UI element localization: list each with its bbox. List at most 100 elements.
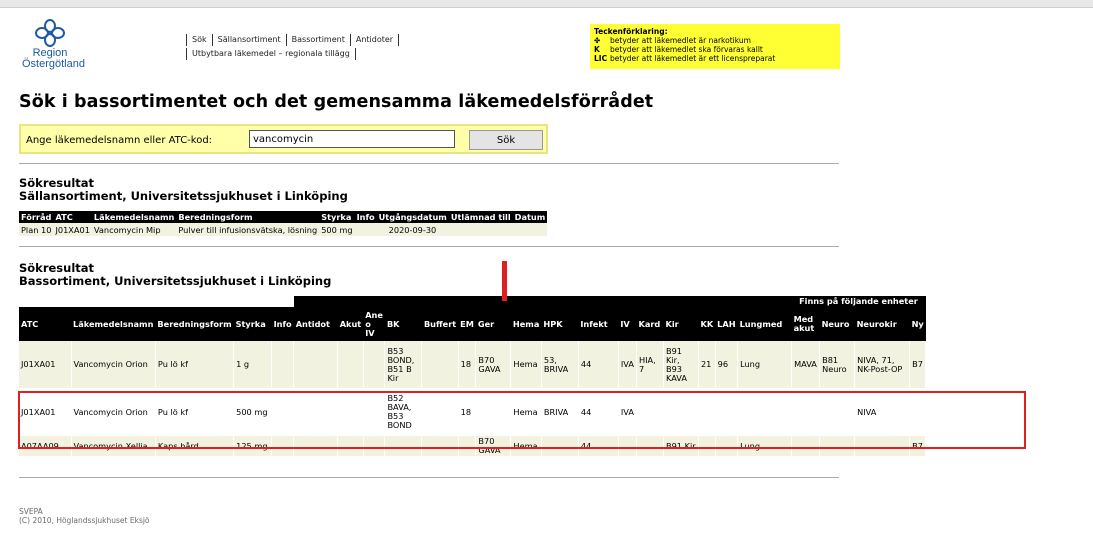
nav-link-bassortiment[interactable]: Bassortiment xyxy=(292,35,345,44)
table-cell: Hema xyxy=(510,341,542,388)
table-cell: Plan 10 xyxy=(19,223,54,236)
column-header: Ane o IV xyxy=(363,307,385,341)
table-cell: HIA, 7 xyxy=(636,341,664,388)
column-header: Utgångsdatum xyxy=(376,211,449,223)
logo-text-line2: Östergötland xyxy=(22,58,85,70)
footer: SVEPA (C) 2010, Höglandssjukhuset Eksjö xyxy=(19,507,150,525)
table-cell: Pu lö kf xyxy=(155,341,235,388)
table-cell xyxy=(698,436,716,456)
column-header: Antidot xyxy=(293,307,338,341)
table-cell xyxy=(698,388,716,436)
column-header: Utlämnad till xyxy=(448,211,513,223)
nav-separator xyxy=(186,47,187,60)
table-cell xyxy=(791,436,821,456)
nav-separator xyxy=(285,33,287,46)
divider xyxy=(19,163,839,164)
table-cell xyxy=(271,388,295,436)
sallansortiment-table: Förråd ATC Läkemedelsnamn Beredningsform… xyxy=(19,211,548,236)
table-cell xyxy=(337,436,364,456)
table-cell xyxy=(448,223,513,236)
table-cell: Vancomycin Orion xyxy=(71,341,156,388)
top-navigation: Sök Sällansortiment Bassortiment Antidoter … xyxy=(181,33,404,61)
table-cell: BRIVA xyxy=(541,388,579,436)
table-cell xyxy=(909,388,927,436)
red-arrow-marker xyxy=(502,261,507,301)
nav-separator xyxy=(354,47,356,60)
nav-link-antidoter[interactable]: Antidoter xyxy=(356,35,393,44)
nav-link-sallansortiment[interactable]: Sällansortiment xyxy=(218,35,281,44)
column-header: Med akut xyxy=(791,307,820,341)
legend-text: betyder att läkemedlet är narkotikum xyxy=(610,36,751,45)
column-header: KK xyxy=(698,307,716,341)
logo-flower-icon xyxy=(35,19,65,47)
nav-separator xyxy=(398,33,400,46)
table-row: A07AA09 Vancomycin Xellia Kaps hård 125 … xyxy=(19,436,927,456)
column-header: Neurokir xyxy=(854,307,910,341)
table-cell xyxy=(475,388,512,436)
nav-link-sok[interactable]: Sök xyxy=(192,35,207,44)
table-cell: B7 xyxy=(909,436,927,456)
nav-separator xyxy=(349,33,351,46)
table-cell xyxy=(421,388,459,436)
search-label: Ange läkemedelsnamn eller ATC-kod: xyxy=(26,135,213,146)
legend-box: Teckenförklaring: ✤ betyder att läkemedle… xyxy=(590,24,840,69)
table-cell: 44 xyxy=(578,341,619,388)
units-group-header: Finns på följande enheter xyxy=(293,296,926,307)
table-cell xyxy=(854,436,911,456)
table-cell xyxy=(421,436,459,456)
table-cell xyxy=(715,436,739,456)
bassortiment-table-container[interactable]: Finns på följande enheter ATC Läkemedels… xyxy=(19,296,1023,466)
table-cell: Pu lö kf xyxy=(155,388,235,436)
table-cell xyxy=(819,436,856,456)
table-cell: B7 xyxy=(909,341,927,388)
table-cell: B91 Kir, B93 KAVA xyxy=(663,341,699,388)
divider xyxy=(19,246,839,247)
column-header: Beredningsform xyxy=(155,307,234,341)
table-cell: 125 mg xyxy=(233,436,273,456)
table-cell: 44 xyxy=(578,388,619,436)
table-cell xyxy=(663,388,699,436)
table-cell: Kaps hård xyxy=(155,436,235,456)
table-cell: 2020-09-30 xyxy=(376,223,449,236)
table-row: Plan 10 J01XA01 Vancomycin Mip Pulver ti… xyxy=(19,223,548,236)
table-row: J01XA01 Vancomycin Orion Pu lö kf 500 mg… xyxy=(19,388,927,436)
table-cell xyxy=(541,436,579,456)
column-header: ATC xyxy=(19,307,71,341)
column-header: ATC xyxy=(53,211,92,223)
browser-top-edge xyxy=(0,0,1093,8)
legend-text: betyder att läkemedlet ska förvaras kall… xyxy=(610,45,763,54)
results-subheading-sallansortiment: Sällansortiment, Universitetssjukhuset i… xyxy=(19,189,348,203)
table-cell: IVA xyxy=(618,388,637,436)
column-header: IV xyxy=(618,307,637,341)
legend-title: Teckenförklaring: xyxy=(594,27,668,36)
table-cell: 500 mg xyxy=(233,388,273,436)
column-header: Infekt xyxy=(578,307,619,341)
table-cell: Lung xyxy=(737,341,793,388)
table-cell xyxy=(618,436,637,456)
region-logo[interactable]: Region Östergötland xyxy=(22,18,85,70)
bassortiment-table: Finns på följande enheter ATC Läkemedels… xyxy=(19,296,927,456)
table-cell xyxy=(363,341,386,388)
table-cell: J01XA01 xyxy=(53,223,92,236)
table-cell: 53, BRIVA xyxy=(541,341,579,388)
column-header: Datum xyxy=(512,211,548,223)
column-header: Neuro xyxy=(819,307,855,341)
search-button[interactable]: Sök xyxy=(469,130,543,150)
legend-text: betyder att läkemedlet är ett licensprep… xyxy=(610,54,776,63)
nav-link-utbytbara[interactable]: Utbytbara läkemedel – regionala tillägg xyxy=(192,49,350,58)
table-cell: B52 BAVA, B53 BOND xyxy=(384,388,423,436)
footer-copyright: (C) 2010, Höglandssjukhuset Eksjö xyxy=(19,516,150,525)
table-cell: Vancomycin Mip xyxy=(91,223,177,236)
column-header: Info xyxy=(271,307,294,341)
nav-separator xyxy=(186,33,187,46)
table-cell: 500 mg xyxy=(319,223,355,236)
table-cell xyxy=(354,223,377,236)
table-cell xyxy=(363,388,386,436)
table-cell xyxy=(293,388,339,436)
column-header: HPK xyxy=(541,307,579,341)
table-cell xyxy=(421,341,459,388)
table-cell xyxy=(636,436,664,456)
table-cell: J01XA01 xyxy=(19,341,72,388)
search-input[interactable] xyxy=(249,130,455,148)
legend-item: Kbetyder att läkemedlet ska förvaras kal… xyxy=(594,45,836,54)
